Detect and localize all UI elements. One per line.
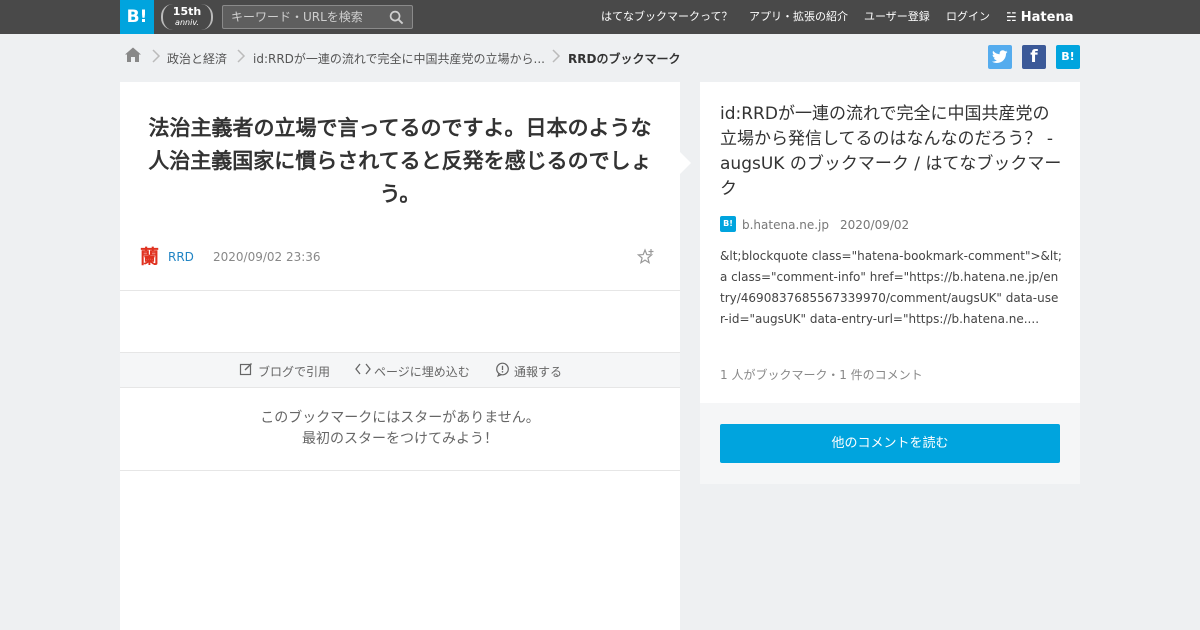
comment-text: 法治主義者の立場で言ってるのですよ。日本のような人治主義国家に慣らされてると反発…: [148, 116, 652, 206]
anniversary-label: anniv.: [175, 18, 199, 27]
read-other-comments-button[interactable]: 他のコメントを読む: [720, 424, 1060, 463]
comment-timestamp[interactable]: 2020/09/02 23:36: [213, 250, 321, 264]
bookmark-comment-card: 法治主義者の立場で言ってるのですよ。日本のような人治主義国家に慣らされてると反発…: [120, 82, 680, 630]
report-icon: [496, 362, 509, 377]
facebook-share-button[interactable]: f: [1022, 45, 1046, 69]
breadcrumb-category[interactable]: 政治と経済: [167, 50, 227, 67]
chevron-right-icon: [237, 49, 246, 63]
embed-button[interactable]: ページに埋め込む: [355, 363, 470, 380]
report-button[interactable]: 通報する: [496, 362, 563, 380]
twitter-share-button[interactable]: [988, 45, 1012, 69]
card-pointer: [680, 152, 691, 174]
entry-domain[interactable]: b.hatena.ne.jp: [742, 218, 829, 232]
hatena-bookmark-logo[interactable]: B!: [120, 0, 154, 34]
search-icon[interactable]: [389, 10, 404, 25]
nav-signup[interactable]: ユーザー登録: [864, 0, 930, 34]
facebook-icon: f: [1030, 47, 1038, 67]
entry-title-link[interactable]: id:RRDが一連の流れで完全に中国共産党の立場から発信してるのはなんなのだろう…: [720, 102, 1064, 202]
hatena-brand-label: Hatena: [1020, 10, 1074, 25]
no-stars-line1: このブックマークにはスターがありません。: [260, 410, 540, 426]
cite-in-blog-button[interactable]: ブログで引用: [239, 363, 331, 380]
entry-card: id:RRDが一連の流れで完全に中国共産党の立場から発信してるのはなんなのだろう…: [700, 82, 1080, 484]
hatena-share-button[interactable]: B!: [1056, 45, 1080, 69]
entry-date: 2020/09/02: [840, 218, 910, 232]
no-stars-line2: 最初のスターをつけてみよう！: [302, 431, 498, 447]
report-label: 通報する: [514, 365, 563, 379]
hatena-bookmark-icon: B!: [1061, 50, 1075, 63]
user-avatar[interactable]: 蘭: [140, 246, 162, 268]
add-star-icon[interactable]: [637, 248, 655, 266]
entry-summary: &lt;blockquote class="hatena-bookmark-co…: [720, 249, 1062, 326]
nav-login[interactable]: ログイン: [946, 0, 990, 34]
username-link[interactable]: RRD: [168, 250, 194, 264]
breadcrumb-current: RRDのブックマーク: [568, 52, 681, 66]
breadcrumb-entry[interactable]: id:RRDが一連の流れで完全に中国共産党の立場から...: [253, 50, 545, 67]
comment-tools-bar: ブログで引用 ページに埋め込む 通報する: [120, 352, 680, 388]
anniversary-badge: 15th anniv.: [161, 4, 213, 30]
nav-apps[interactable]: アプリ・拡張の紹介: [749, 0, 848, 34]
bookmark-counts[interactable]: 1 人がブックマーク・1 件のコメント: [720, 366, 923, 383]
nav-about[interactable]: はてなブックマークって？: [601, 0, 732, 34]
hatena-hat-icon: ☵: [1006, 10, 1017, 24]
embed-label: ページに埋め込む: [374, 365, 470, 379]
cite-in-blog-label: ブログで引用: [258, 365, 331, 379]
search-input[interactable]: [223, 6, 383, 28]
divider: [120, 290, 680, 291]
home-icon[interactable]: [124, 46, 142, 64]
chevron-right-icon: [152, 49, 161, 63]
edit-icon: [239, 363, 252, 376]
hatena-brand-link[interactable]: ☵ Hatena: [1006, 0, 1073, 34]
entry-card-footer: 他のコメントを読む: [700, 403, 1080, 484]
chevron-right-icon: [552, 49, 561, 63]
twitter-icon: [992, 50, 1008, 63]
divider: [120, 470, 680, 471]
site-favicon-icon: B!: [720, 216, 736, 232]
no-stars-message: このブックマークにはスターがありません。 最初のスターをつけてみよう！: [120, 408, 680, 450]
global-header: B! 15th anniv. はてなブックマークって？ アプリ・拡張の紹介 ユー…: [0, 0, 1200, 34]
code-icon: [355, 363, 371, 375]
search-box: [222, 5, 413, 29]
